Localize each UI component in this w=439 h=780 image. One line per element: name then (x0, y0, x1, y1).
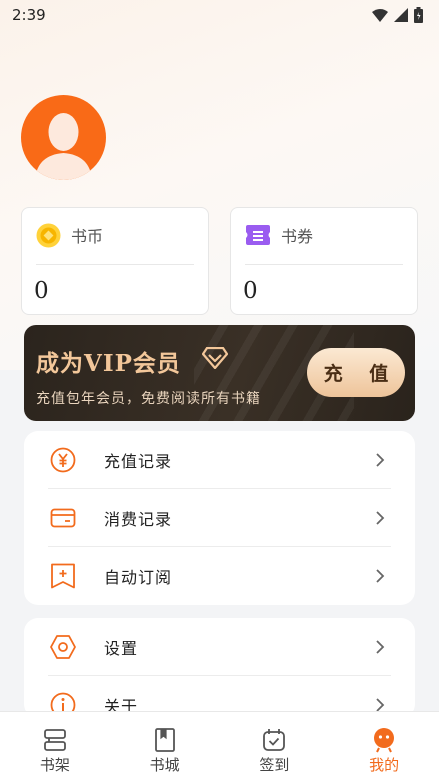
chevron-right-icon (376, 511, 385, 525)
ticket-icon (246, 225, 270, 245)
divider (245, 264, 403, 265)
yen-icon (50, 447, 76, 473)
bookmark-plus-icon (51, 563, 75, 589)
tab-bar: 书架 书城 签到 我的 (0, 711, 439, 780)
chevron-right-icon (376, 698, 385, 712)
tab-label: 签到 (259, 756, 290, 774)
coin-label: 书币 (71, 227, 104, 246)
menu-item-recharge-records[interactable]: 充值记录 (24, 431, 415, 489)
coin-value: 0 (34, 278, 49, 304)
tab-label: 我的 (369, 756, 400, 774)
status-time: 2:39 (12, 6, 46, 24)
menu-group-records: 充值记录 消费记录 自动订阅 (24, 431, 415, 605)
settings-icon (50, 635, 76, 659)
vip-title: 成为VIP会员 (36, 350, 181, 377)
checkin-icon (263, 729, 286, 751)
ticket-value: 0 (243, 278, 258, 304)
bookshelf-icon (43, 729, 66, 751)
status-bar: 2:39 (0, 0, 439, 30)
menu-label: 设置 (104, 639, 139, 658)
mine-icon (374, 728, 395, 753)
battery-icon (414, 7, 423, 23)
diamond-icon (202, 347, 228, 369)
tab-label: 书城 (149, 756, 180, 774)
vip-banner[interactable]: 成为VIP会员 充值包年会员，免费阅读所有书籍 充 值 (24, 325, 415, 421)
coin-icon (36, 223, 61, 247)
tab-mine[interactable]: 我的 (329, 712, 439, 780)
menu-item-settings[interactable]: 设置 (24, 618, 415, 676)
menu-label: 自动订阅 (104, 568, 173, 587)
chevron-right-icon (376, 640, 385, 654)
ticket-label: 书券 (281, 227, 314, 246)
divider (36, 264, 194, 265)
menu-item-auto-subscribe[interactable]: 自动订阅 (24, 547, 415, 605)
recharge-button[interactable]: 充 值 (307, 348, 405, 397)
book-icon (154, 728, 175, 752)
menu-label: 消费记录 (104, 510, 173, 529)
menu-item-consumption-records[interactable]: 消费记录 (24, 489, 415, 547)
vip-description: 充值包年会员，免费阅读所有书籍 (36, 391, 261, 407)
menu-label: 充值记录 (104, 452, 173, 471)
tab-checkin[interactable]: 签到 (220, 712, 330, 780)
ticket-card[interactable]: 书券 0 (230, 207, 418, 315)
default-avatar-icon (35, 113, 92, 180)
coin-card[interactable]: 书币 0 (21, 207, 209, 315)
chevron-right-icon (376, 453, 385, 467)
menu-group-settings: 设置 关于 (24, 618, 415, 718)
chevron-right-icon (376, 569, 385, 583)
tab-label: 书架 (39, 756, 70, 774)
card-icon (50, 508, 76, 528)
tab-bookshelf[interactable]: 书架 (0, 712, 110, 780)
tab-bookstore[interactable]: 书城 (110, 712, 220, 780)
avatar[interactable] (21, 95, 106, 180)
wifi-icon (372, 8, 388, 22)
signal-icon (394, 8, 408, 22)
